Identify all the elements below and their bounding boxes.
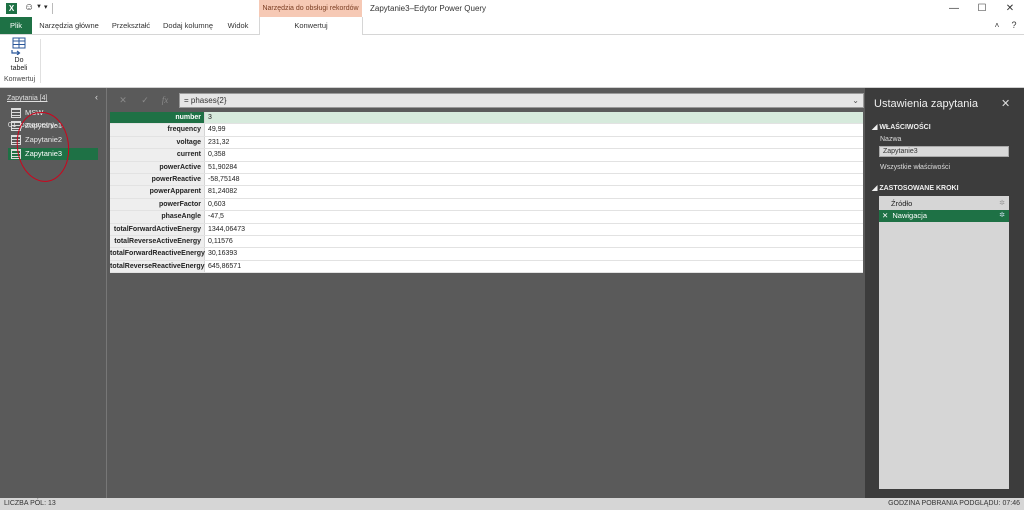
- name-field[interactable]: Zapytanie3: [879, 146, 1009, 157]
- chevron-left-icon[interactable]: ‹: [95, 92, 98, 102]
- field-name[interactable]: powerApparent: [110, 186, 205, 198]
- settings-title: Ustawienia zapytania: [874, 98, 978, 110]
- formula-text: = phases{2}: [184, 96, 227, 105]
- name-label: Nazwa: [880, 136, 902, 143]
- title-bar: X ☺ ▼ ▾ Narzędzia do obsługi rekordów Za…: [0, 0, 1024, 17]
- field-value[interactable]: 231,32: [208, 137, 229, 149]
- field-name[interactable]: voltage: [110, 136, 205, 149]
- preview-area: ✕ ✓ fx = phases{2} ⌄ number 3 frequency 49,…: [107, 88, 864, 498]
- record-row: powerFactor 0,603: [110, 198, 863, 212]
- record-row: number 3: [110, 112, 863, 125]
- field-value[interactable]: 0,11576: [208, 236, 233, 248]
- field-value[interactable]: 1344,06473: [208, 224, 245, 236]
- cancel-icon[interactable]: ✕: [114, 93, 132, 108]
- maximize-icon[interactable]: ☐: [968, 2, 996, 16]
- field-value[interactable]: 49,99: [208, 124, 226, 136]
- divider: [40, 39, 41, 83]
- context-tab-group-label: Narzędzia do obsługi rekordów: [259, 0, 362, 17]
- field-name[interactable]: powerFactor: [110, 198, 205, 211]
- gear-icon[interactable]: ✲: [999, 198, 1005, 210]
- tab-transform[interactable]: Przekształć: [108, 17, 154, 34]
- field-value[interactable]: 3: [208, 112, 212, 124]
- field-name[interactable]: powerActive: [110, 161, 205, 173]
- record-row: frequency 49,99: [110, 124, 863, 137]
- field-count: LICZBA PÓL: 13: [4, 500, 56, 507]
- tab-view[interactable]: Widok: [222, 17, 254, 34]
- to-table-label-1: Do: [14, 57, 24, 64]
- to-table-icon: [11, 37, 26, 56]
- step-label: Źródło: [891, 199, 913, 208]
- to-table-button[interactable]: Do tabeli: [6, 37, 32, 73]
- tab-add-column[interactable]: Dodaj kolumnę: [159, 17, 217, 34]
- step-label: Nawigacja: [892, 211, 927, 220]
- window-title: Zapytanie3–Edytor Power Query: [370, 4, 487, 13]
- record-row: totalForwardActiveEnergy 1344,06473: [110, 223, 863, 236]
- close-icon[interactable]: ✕: [996, 2, 1024, 16]
- step-item-selected[interactable]: ✕ Nawigacja ✲: [879, 210, 1009, 222]
- formula-input[interactable]: = phases{2} ⌄: [179, 93, 864, 108]
- record-row: current 0,358: [110, 149, 863, 162]
- ribbon: Do tabeli Konwertuj: [0, 35, 1024, 88]
- to-table-label-2: tabeli: [10, 65, 28, 72]
- ribbon-group-label: Konwertuj: [4, 76, 36, 83]
- field-value[interactable]: 645,86571: [208, 261, 241, 273]
- status-bar: LICZBA PÓL: 13 GODZINA POBRANIA PODGLĄDU…: [0, 498, 1024, 510]
- field-name[interactable]: powerReactive: [110, 173, 205, 186]
- applied-steps-header[interactable]: ◢ ZASTOSOWANE KROKI: [872, 184, 959, 192]
- divider: [52, 3, 53, 14]
- tab-convert[interactable]: Konwertuj: [259, 17, 363, 35]
- preview-time: GODZINA POBRANIA PODGLĄDU: 07:46: [888, 500, 1020, 507]
- check-icon[interactable]: ✓: [136, 93, 154, 108]
- field-name[interactable]: phaseAngle: [110, 211, 205, 223]
- field-name[interactable]: number: [110, 112, 205, 124]
- field-value[interactable]: 51,90284: [208, 162, 237, 174]
- minimize-icon[interactable]: —: [940, 2, 968, 16]
- step-item[interactable]: Źródło ✲: [879, 198, 1009, 210]
- field-name[interactable]: totalReverseActiveEnergy: [110, 235, 205, 248]
- ribbon-tabs: Plik Narzędzia główne Przekształć Dodaj …: [0, 17, 1024, 35]
- tab-home[interactable]: Narzędzia główne: [36, 17, 102, 34]
- all-properties-link[interactable]: Wszystkie właściwości: [880, 164, 950, 171]
- field-name[interactable]: totalForwardActiveEnergy: [110, 223, 205, 235]
- field-value[interactable]: -58,75148: [208, 174, 240, 186]
- record-row: voltage 231,32: [110, 136, 863, 150]
- formula-bar: ✕ ✓ fx = phases{2} ⌄: [110, 93, 864, 108]
- queries-header[interactable]: Zapytania [4]: [7, 95, 47, 102]
- field-value[interactable]: 0,358: [208, 149, 226, 161]
- record-row: totalForwardReactiveEnergy 30,16393: [110, 248, 863, 261]
- properties-header[interactable]: ◢ WŁAŚCIWOŚCI: [872, 123, 931, 131]
- excel-icon[interactable]: X: [6, 3, 17, 14]
- record-row: powerActive 51,90284: [110, 161, 863, 174]
- record-grid: number 3 frequency 49,99 voltage 231,32 curren…: [110, 112, 863, 274]
- field-value[interactable]: 81,24082: [208, 186, 237, 198]
- help-icon[interactable]: ?: [1006, 17, 1022, 34]
- field-name[interactable]: current: [110, 149, 205, 161]
- tab-file[interactable]: Plik: [0, 17, 32, 34]
- field-value[interactable]: 30,16393: [208, 248, 237, 260]
- field-name[interactable]: totalReverseReactiveEnergy: [110, 260, 205, 273]
- query-settings-pane: Ustawienia zapytania ✕ ◢ WŁAŚCIWOŚCI Naz…: [865, 88, 1024, 498]
- customize-quick-access-icon[interactable]: ▾: [44, 3, 48, 11]
- close-icon[interactable]: ✕: [1001, 97, 1010, 110]
- chevron-up-icon[interactable]: ˄: [990, 17, 1004, 34]
- field-value[interactable]: -47,5: [208, 211, 224, 223]
- applied-steps-list: Źródło ✲ ✕ Nawigacja ✲: [879, 196, 1009, 489]
- chevron-down-icon[interactable]: ⌄: [852, 94, 859, 107]
- table-icon: [11, 108, 21, 119]
- record-row: totalReverseReactiveEnergy 645,86571: [110, 260, 863, 274]
- smiley-feedback-icon[interactable]: ☺: [24, 2, 34, 13]
- record-row: powerApparent 81,24082: [110, 186, 863, 199]
- field-value[interactable]: 0,603: [208, 199, 226, 211]
- record-row: powerReactive -58,75148: [110, 173, 863, 187]
- record-row: totalReverseActiveEnergy 0,11576: [110, 235, 863, 249]
- gear-icon[interactable]: ✲: [999, 210, 1005, 222]
- field-name[interactable]: totalForwardReactiveEnergy: [110, 248, 205, 260]
- delete-step-icon[interactable]: ✕: [882, 211, 888, 220]
- chevron-down-icon[interactable]: ▼: [36, 4, 42, 10]
- field-name[interactable]: frequency: [110, 124, 205, 136]
- record-row: phaseAngle -47,5: [110, 211, 863, 224]
- fx-icon[interactable]: fx: [156, 93, 174, 108]
